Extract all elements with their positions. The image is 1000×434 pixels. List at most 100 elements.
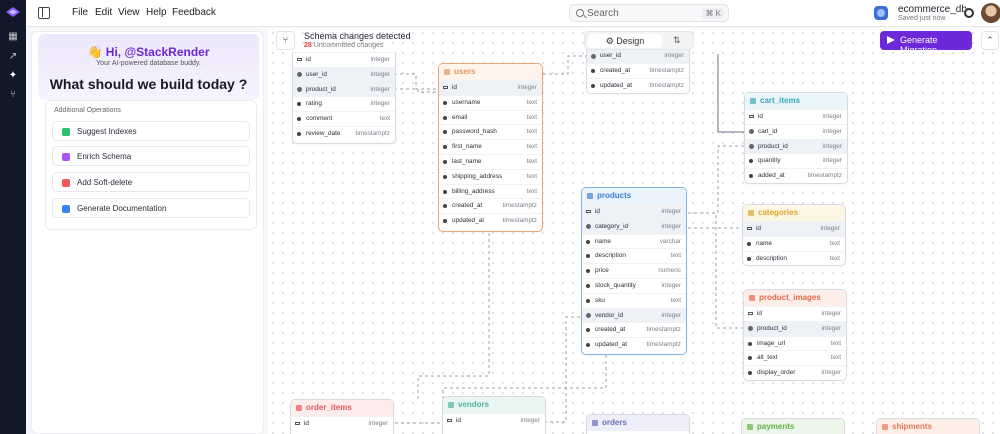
table-order-items[interactable]: order_items id integer	[290, 399, 394, 434]
generate-migration-button[interactable]: Generate Migration	[880, 31, 972, 55]
table-row[interactable]: first_name text	[439, 139, 542, 154]
table-row[interactable]: rating integer	[293, 96, 395, 111]
table-row[interactable]: created_at timestamptz	[587, 62, 689, 78]
avatar[interactable]	[981, 3, 1000, 23]
table-title[interactable]: products	[582, 188, 686, 204]
database-name[interactable]: ecommerce_db	[898, 4, 967, 15]
table-product-images[interactable]: product_images id integer product_id integ…	[743, 289, 847, 381]
key-icon	[749, 115, 754, 118]
tables-icon[interactable]: ▦	[6, 30, 20, 44]
table-row[interactable]: updated_at timestamptz	[587, 77, 689, 93]
table-categories[interactable]: categories id integer name text descriptio…	[742, 204, 846, 266]
table-title[interactable]: payments	[742, 419, 844, 434]
table-payments[interactable]: payments	[741, 418, 845, 434]
column-icon	[586, 283, 590, 288]
table-reviews[interactable]: id integer user_id integer product_id integ…	[292, 52, 396, 144]
table-row[interactable]: stock_quantity integer	[582, 277, 686, 293]
enrich-schema-button[interactable]: Enrich Schema	[52, 146, 250, 166]
table-row[interactable]: username text	[439, 94, 542, 110]
table-title[interactable]: orders	[587, 415, 689, 431]
generate-documentation-button[interactable]: Generate Documentation	[52, 198, 250, 218]
table-row[interactable]: user_id integer	[587, 48, 689, 63]
table-row[interactable]: review_date timestamptz	[293, 125, 395, 141]
table-shipments[interactable]: shipments	[876, 418, 980, 434]
column-name: updated_at	[452, 217, 484, 225]
menu-edit[interactable]: Edit	[95, 7, 112, 18]
table-row[interactable]: id integer	[744, 306, 846, 321]
search-input[interactable]: Search ⌘ K	[569, 4, 729, 22]
menu-feedback[interactable]: Feedback	[172, 7, 216, 18]
assistant-question: What should we build today ?	[49, 76, 248, 92]
table-title[interactable]: users	[439, 64, 542, 80]
table-row[interactable]: created_at timestamptz	[582, 322, 686, 337]
table-row[interactable]: category_id integer	[582, 218, 686, 234]
table-row[interactable]: shipping_address text	[439, 168, 542, 184]
table-products[interactable]: products id integer category_id integer na…	[581, 187, 687, 355]
table-row[interactable]: product_id integer	[745, 138, 847, 154]
table-row[interactable]: id integer	[582, 204, 686, 219]
table-row[interactable]: updated_at timestamptz	[439, 213, 542, 228]
table-row[interactable]: added_at timestamptz	[745, 168, 847, 183]
design-mode-button[interactable]: ⚙ Design	[588, 34, 662, 48]
table-row[interactable]: name varchar	[582, 233, 686, 249]
table-carts[interactable]: user_id integer created_at timestamptz upd…	[586, 48, 690, 94]
table-row[interactable]: billing_address text	[439, 183, 542, 199]
app-logo-icon[interactable]	[5, 6, 21, 18]
table-row[interactable]: image_url text	[744, 335, 846, 351]
git-commit-icon[interactable]: ⑂	[276, 31, 295, 50]
table-row[interactable]: password_hash text	[439, 124, 542, 139]
table-row[interactable]: id integer	[743, 221, 845, 236]
column-name: stock_quantity	[595, 281, 636, 289]
column-type: timestamptz	[646, 341, 681, 349]
table-title[interactable]: order_items	[291, 400, 393, 416]
table-row[interactable]: price numeric	[582, 263, 686, 278]
table-row[interactable]: sku text	[582, 292, 686, 308]
table-row[interactable]: email text	[439, 109, 542, 125]
assistant-header: 👋 Hi, @StackRender Your AI-powered datab…	[38, 34, 259, 100]
table-row[interactable]: quantity integer	[745, 153, 847, 168]
table-users[interactable]: users id integer username text email text p…	[438, 63, 543, 232]
menu-view[interactable]: View	[118, 7, 140, 18]
git-branch-icon[interactable]: ⑂	[6, 88, 20, 102]
table-row[interactable]: product_id integer	[293, 81, 395, 97]
collapse-icon[interactable]: ⌃	[981, 31, 999, 50]
sort-icon[interactable]: ⇅	[673, 35, 681, 46]
table-title[interactable]: shipments	[877, 419, 979, 434]
ai-sparkle-icon[interactable]: ✦	[6, 69, 20, 83]
table-row[interactable]: id integer	[443, 413, 545, 428]
column-type: integer	[661, 281, 681, 289]
table-row[interactable]: id integer	[293, 52, 395, 67]
table-cart-items[interactable]: cart_items id integer cart_id integer prod…	[744, 92, 848, 184]
menu-file[interactable]: File	[72, 7, 88, 18]
sidebar-toggle-icon[interactable]	[38, 7, 50, 19]
suggest-indexes-button[interactable]: Suggest Indexes	[52, 121, 250, 141]
menu-help[interactable]: Help	[146, 7, 167, 18]
table-row[interactable]: description text	[743, 250, 845, 265]
table-row[interactable]: user_id integer	[293, 66, 395, 82]
table-title[interactable]: categories	[743, 205, 845, 221]
table-row[interactable]: vendor_id integer	[582, 307, 686, 323]
table-row[interactable]: name text	[743, 235, 845, 251]
table-row[interactable]: id integer	[439, 80, 542, 95]
table-row[interactable]: comment text	[293, 111, 395, 126]
table-row[interactable]: product_id integer	[744, 320, 846, 336]
table-vendors[interactable]: vendors id integer	[442, 396, 546, 434]
relations-icon[interactable]: ↗	[6, 50, 20, 64]
column-icon	[591, 68, 595, 73]
table-orders[interactable]: orders	[586, 414, 690, 434]
table-row[interactable]: last_name text	[439, 153, 542, 169]
table-row[interactable]: cart_id integer	[745, 123, 847, 139]
theme-toggle-icon[interactable]	[964, 8, 974, 18]
foreign-key-icon	[748, 326, 753, 332]
table-title[interactable]: product_images	[744, 290, 846, 306]
table-row[interactable]: description text	[582, 248, 686, 263]
table-row[interactable]: updated_at timestamptz	[582, 337, 686, 352]
table-row[interactable]: display_order integer	[744, 365, 846, 380]
table-row[interactable]: alt_text text	[744, 350, 846, 365]
table-row[interactable]: id integer	[291, 416, 393, 431]
add-soft-delete-button[interactable]: Add Soft-delete	[52, 172, 250, 192]
table-title[interactable]: cart_items	[745, 93, 847, 109]
table-row[interactable]: created_at timestamptz	[439, 198, 542, 213]
table-title[interactable]: vendors	[443, 397, 545, 413]
table-row[interactable]: id integer	[745, 109, 847, 124]
